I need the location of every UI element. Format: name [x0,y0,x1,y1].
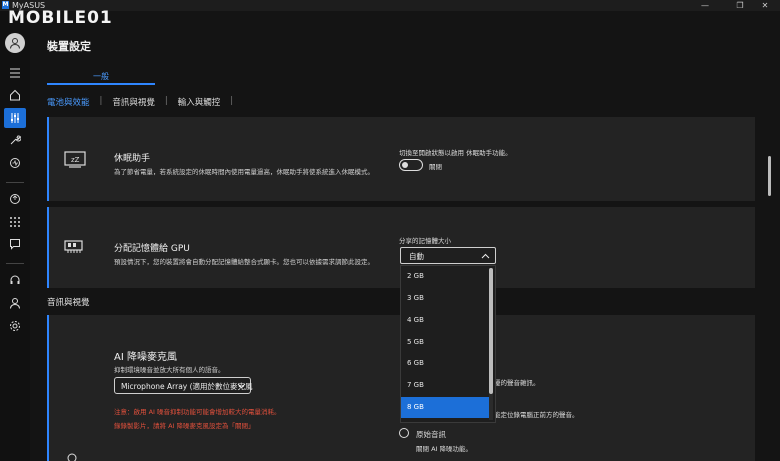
dropdown-option[interactable]: 2 GB [401,266,489,287]
sidebar-item-apps[interactable] [0,212,30,232]
chevron-up-icon [481,253,490,259]
diagnostics-icon [10,158,20,168]
sidebar-item-diagnostics[interactable] [0,153,30,173]
avatar[interactable] [5,33,25,53]
dropdown-option[interactable]: 3 GB [401,288,489,309]
svg-text:zZ: zZ [71,156,80,164]
subtab-separator: | [164,96,168,106]
toggle-knob [402,162,408,168]
dropdown-scrollbar-thumb[interactable] [489,268,493,394]
tab-general[interactable]: 一般 [47,71,155,82]
microphone-device-select[interactable]: Microphone Array (適用於數位麥克風 [114,377,253,394]
ai-mic-warning-recording: 錄錄製影片，請將 AI 降噪麥克風設定為「關閉」 [114,422,255,430]
subtab-separator: | [230,96,234,106]
gpu-memory-description: 預設情況下，您的裝置將會自動分配記憶體給整合式顯卡。您也可以依據需求調節此設定。 [114,258,374,266]
ai-mic-option-fragment-2: 能定位錄電腦正前方的聲音。 [494,411,579,419]
audio-visual-section-title: 音訊與視覺 [47,298,90,308]
microphone-device-value: Microphone Array (適用於數位麥克風 [121,382,253,391]
sleep-assistant-hint: 切換至開啟狀態以啟用 休眠助手功能。 [399,149,512,157]
original-audio-description: 關閉 AI 降噪功能。 [416,445,472,453]
memory-chip-icon [64,240,83,253]
dropdown-option[interactable]: 5 GB [401,332,489,353]
person-icon [10,298,20,309]
sidebar-divider [6,182,24,183]
shared-memory-select[interactable]: 自動 [400,247,496,264]
ai-mic-option-fragment-1: 擾的聲音雜訊。 [494,379,540,387]
link-icon [10,194,20,204]
card-accent-bar [47,315,49,461]
subtab-input-touch[interactable]: 輸入與觸控 [178,96,231,108]
minimize-button[interactable]: — [690,0,720,11]
user-icon [10,38,20,49]
subtab-audio-visual[interactable]: 音訊與視覺 [112,96,165,108]
tab-general-underline [47,83,155,85]
home-icon [10,89,20,101]
dropdown-option[interactable]: 7 GB [401,375,489,396]
ai-mic-description: 抑制環境噪音並放大所有個人的語音。 [114,366,225,374]
sidebar-divider [6,263,24,264]
wrench-icon [10,135,21,145]
shared-memory-value: 自動 [409,252,424,261]
sidebar-item-connectivity[interactable] [0,189,30,209]
sidebar-item-messages[interactable] [0,234,30,254]
microphone-icon [67,453,77,461]
close-button[interactable]: ✕ [750,0,780,11]
page-title: 裝置設定 [47,40,91,53]
sidebar [0,11,30,461]
sidebar-item-device-settings[interactable] [4,108,26,128]
sleep-assistant-toggle-label: 關閉 [429,163,442,171]
shared-memory-dropdown: 2 GB 3 GB 4 GB 5 GB 6 GB 7 GB 8 GB [400,265,496,423]
original-audio-label: 原始音訊 [416,430,446,439]
original-audio-radio[interactable] [399,428,409,438]
card-accent-bar [47,117,49,201]
shared-memory-label: 分享的記憶體大小 [399,237,451,245]
chevron-down-icon [237,383,246,389]
title-bar: M MyASUS — ❐ ✕ [0,0,780,11]
sidebar-item-support[interactable] [0,270,30,290]
page-scrollbar[interactable] [768,156,771,196]
sidebar-item-account[interactable] [0,293,30,313]
menu-button[interactable] [0,63,30,83]
watermark: MOBILE01 [8,8,113,28]
dropdown-option[interactable]: 6 GB [401,353,489,374]
gpu-memory-title: 分配記憶體給 GPU [114,244,190,254]
message-icon [10,239,20,250]
card-accent-bar [47,207,49,288]
sleep-monitor-icon: zZ [64,151,86,168]
sidebar-item-tools[interactable] [0,130,30,150]
subtab-battery-performance[interactable]: 電池與效能 [47,96,100,108]
sleep-assistant-title: 休眠助手 [114,154,151,164]
headset-icon [10,275,20,284]
sleep-assistant-description: 為了節省電量，若系統設定的休眠時間內使用電量過高，休眠助手將使系統進入休眠模式。 [114,168,374,176]
ai-mic-title: AI 降噪麥克風 [114,352,177,363]
grid-icon [10,217,20,227]
subtab-bar: 電池與效能 | 音訊與視覺 | 輸入與觸控 | [47,96,243,108]
hamburger-icon [10,68,20,78]
sliders-icon [11,113,19,123]
dropdown-option[interactable]: 4 GB [401,310,489,331]
ai-mic-warning-power: 注意：啟用 AI 噪音抑制功能可能會增加較大的電量消耗。 [114,408,281,416]
gear-icon [10,321,20,331]
sidebar-item-settings[interactable] [0,316,30,336]
sleep-assistant-toggle[interactable] [399,159,423,171]
subtab-separator: | [99,96,103,106]
sidebar-item-home[interactable] [0,85,30,105]
dropdown-option-selected[interactable]: 8 GB [401,397,489,418]
